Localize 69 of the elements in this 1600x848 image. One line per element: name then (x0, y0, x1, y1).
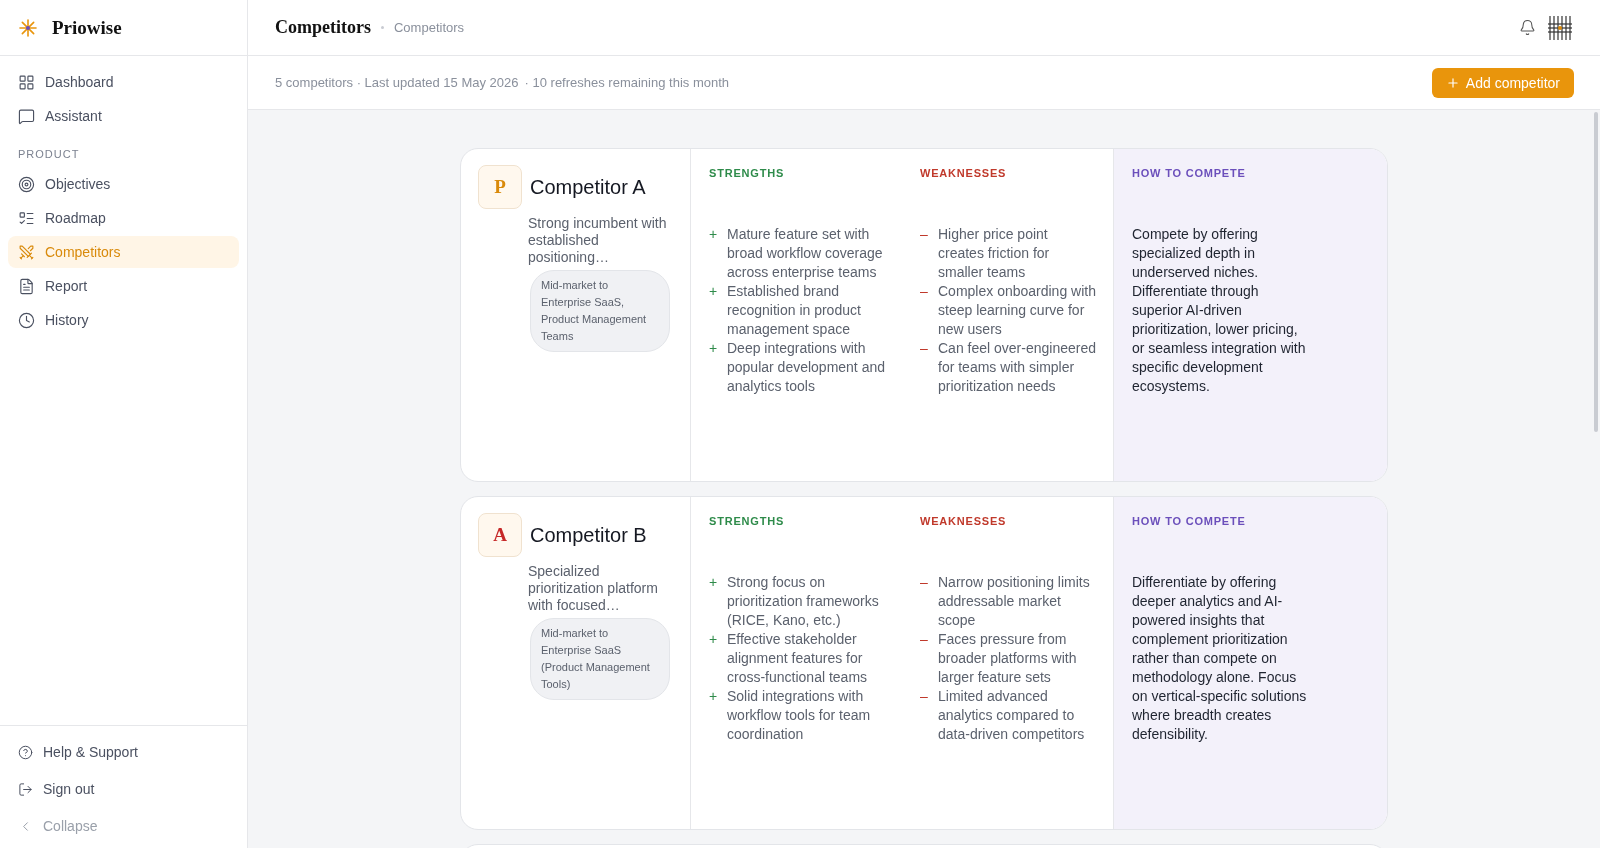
sidebar-item[interactable]: Report (8, 270, 239, 302)
competitor-description: Specialized prioritization platform with focused… (528, 563, 659, 614)
list-text: Narrow positioning limits addressable market scope (938, 573, 1091, 630)
list-text: Complex onboarding with steep learning curve for new users (938, 282, 1097, 339)
avatar-icon[interactable] (1546, 13, 1574, 42)
sidebar-item[interactable]: History (8, 304, 239, 336)
list-text: Strong focus on prioritization frameworks (RICE, Kano, etc.) (727, 573, 880, 630)
column-heading: WEAKNESSES (920, 167, 1008, 179)
bullet-marker: + (709, 339, 717, 358)
sidebar-item[interactable]: Sign out (8, 773, 239, 805)
competitor-name: Competitor B (530, 523, 647, 547)
initial-badge: A (478, 513, 522, 557)
sidebar-icon (18, 243, 35, 261)
competitor-description: Strong incumbent with established positioning… (528, 215, 668, 266)
bullet-marker: – (920, 630, 928, 649)
notification-bell-icon[interactable] (1519, 19, 1536, 36)
list-text: Can feel over-engineered for teams with simpler prioritization needs (938, 339, 1097, 396)
bullet-marker: – (920, 573, 928, 592)
brand-name: Priowise (52, 16, 122, 39)
sidebar-icon (18, 73, 35, 91)
sidebar-icon (18, 175, 35, 193)
refreshes-text: · 10 refreshes remaining this month (524, 75, 730, 90)
sunburst-logo-icon (18, 17, 38, 38)
sidebar-icon (18, 107, 35, 125)
bullet-marker: – (920, 282, 928, 301)
list-text: Solid integrations with workflow tools for team coordination (727, 687, 872, 744)
breadcrumb: Competitors (394, 20, 466, 35)
sidebar-item[interactable]: Objectives (8, 168, 239, 200)
column-heading: HOW TO COMPETE (1132, 515, 1247, 527)
separator-dot (381, 26, 384, 29)
compete-text: Compete by offering specialized depth in underserved niches. Differentiate through superior AI-driven prioritization, lower pricing, or seamless integration with specific development ecosystems. (1132, 225, 1307, 396)
list-text: Limited advanced analytics compared to data-driven competitors (938, 687, 1086, 744)
list-text: Faces pressure from broader platforms with larger feature sets (938, 630, 1078, 687)
list-text: Established brand recognition in product management space (727, 282, 862, 339)
summary-text: 5 competitors · Last updated 15 May 2026 (275, 75, 519, 90)
list-text: Higher price point creates friction for smaller teams (938, 225, 1051, 282)
bullet-marker: + (709, 630, 717, 649)
column-heading: STRENGTHS (709, 515, 786, 527)
list-text: Deep integrations with popular development and analytics tools (727, 339, 886, 396)
sidebar-item[interactable]: Help & Support (8, 736, 239, 768)
sidebar-item[interactable]: Roadmap (8, 202, 239, 234)
segment-tag: Mid-market to Enterprise SaaS (Product Management Tools) (530, 618, 670, 700)
sidebar-icon (18, 311, 35, 329)
scrollbar[interactable] (1594, 112, 1598, 432)
bullet-marker: + (709, 573, 717, 592)
page-title: Competitors (275, 17, 371, 38)
bullet-marker: + (709, 282, 717, 301)
list-text: Mature feature set with broad workflow coverage across enterprise teams (727, 225, 884, 282)
sidebar-icon (18, 781, 33, 797)
sidebar-item[interactable]: Assistant (8, 100, 239, 132)
column-heading: WEAKNESSES (920, 515, 1008, 527)
bullet-marker: – (920, 225, 928, 244)
column-heading: STRENGTHS (709, 167, 786, 179)
sidebar-icon (18, 209, 35, 227)
section-label: PRODUCT (17, 147, 81, 162)
list-text: Effective stakeholder alignment features for cross-functional teams (727, 630, 869, 687)
bullet-marker: + (709, 687, 717, 706)
compete-text: Differentiate by offering deeper analytics and AI-powered insights that complement prioritization rather than compete on methodology alone. Focus on vertical-specific solutions where breadth creates defensibility. (1132, 573, 1308, 744)
bullet-marker: – (920, 339, 928, 358)
segment-tag: Mid-market to Enterprise SaaS, Product Management Teams (530, 270, 670, 352)
bullet-marker: – (920, 687, 928, 706)
sidebar-icon (18, 277, 35, 295)
sidebar-item[interactable]: Dashboard (8, 66, 239, 98)
competitor-name: Competitor A (530, 175, 646, 199)
plus-icon (1445, 75, 1460, 90)
column-heading: HOW TO COMPETE (1132, 167, 1247, 179)
initial-badge: P (478, 165, 522, 209)
bullet-marker: + (709, 225, 717, 244)
sidebar-icon (18, 744, 33, 760)
